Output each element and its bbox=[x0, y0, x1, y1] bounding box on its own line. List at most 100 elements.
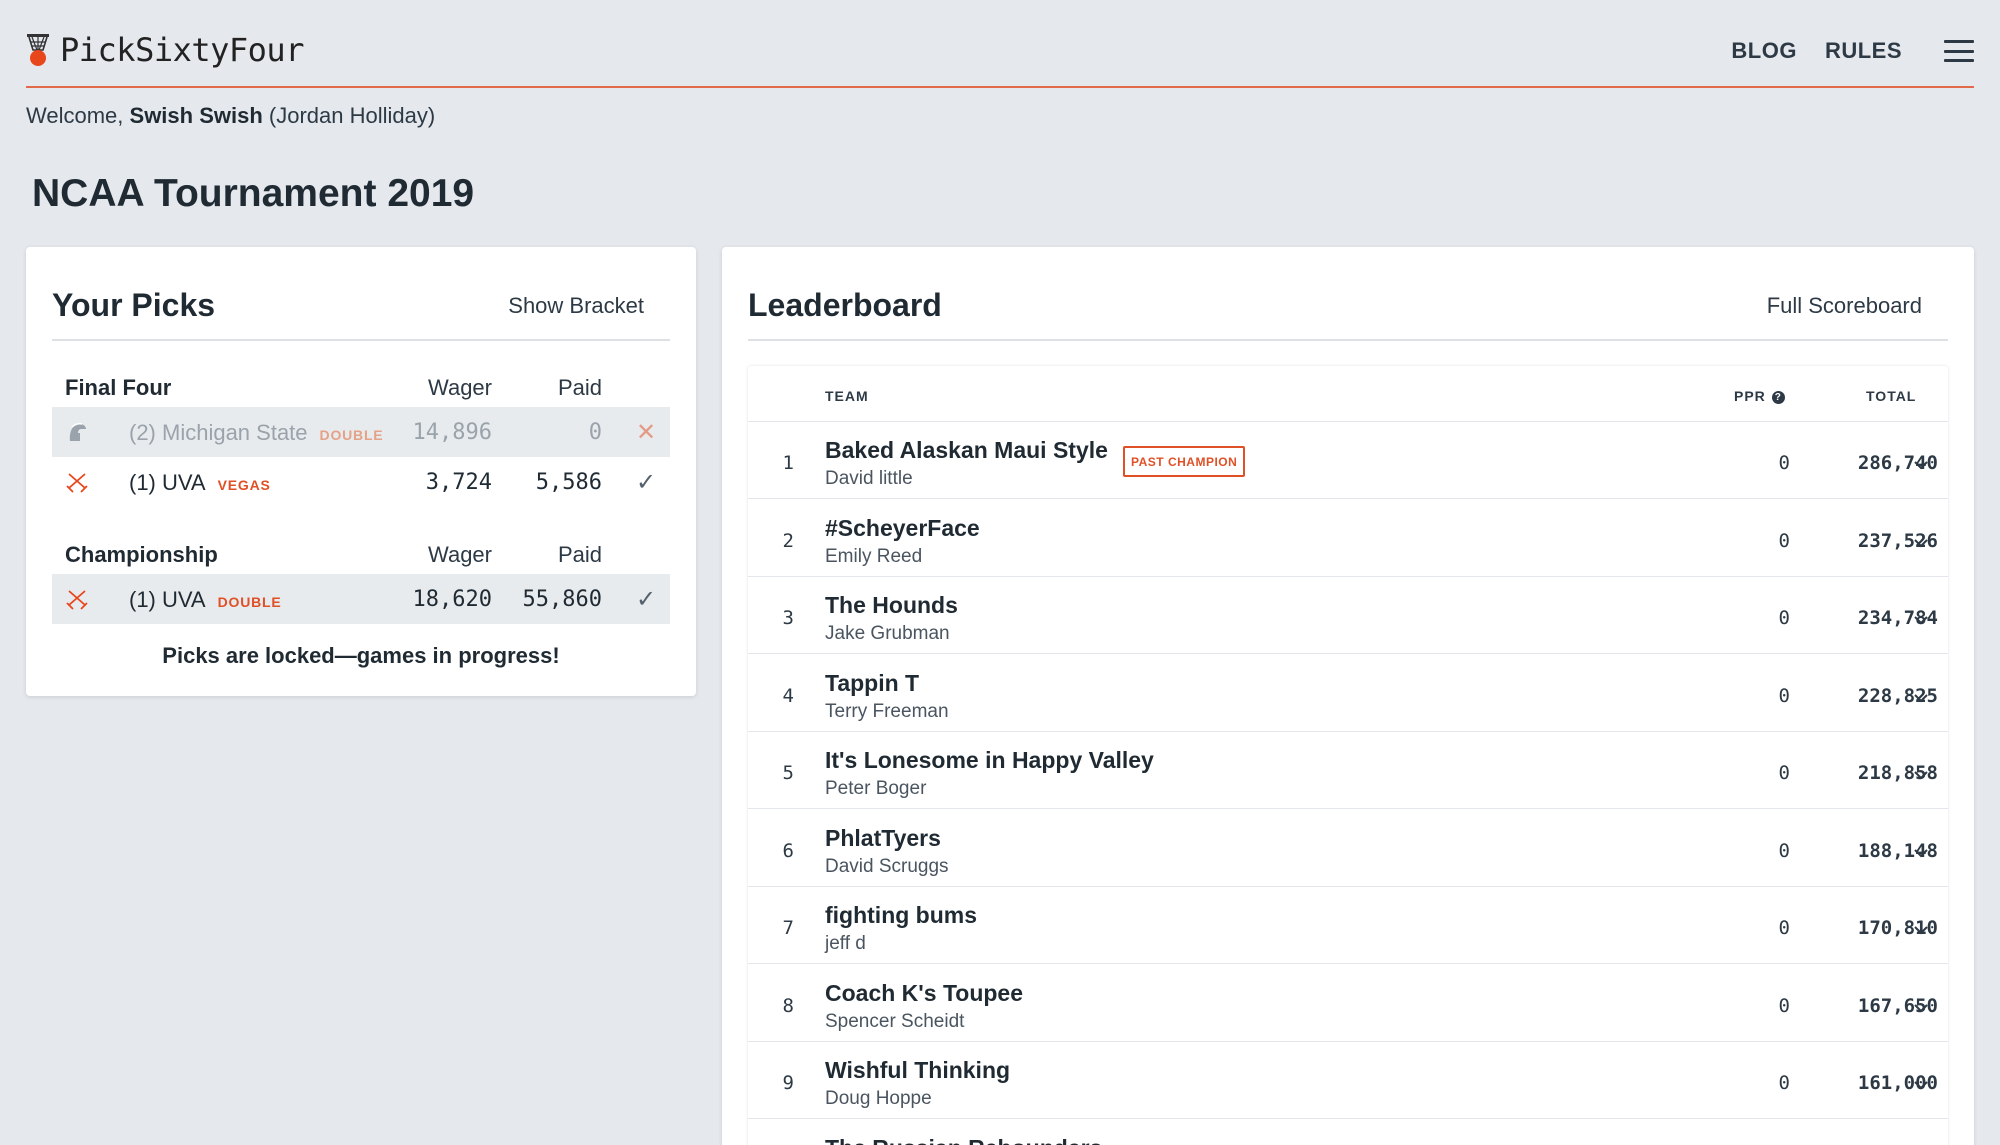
row-rank: 4 bbox=[782, 684, 794, 707]
crossed-swords-icon bbox=[66, 473, 88, 493]
leaderboard-row[interactable]: 4 Tappin T Terry Freeman 0 228,825 bbox=[748, 655, 1948, 732]
row-ppr: 0 bbox=[1778, 762, 1790, 784]
row-rank: 2 bbox=[782, 529, 794, 552]
paid-header: Paid bbox=[557, 375, 602, 400]
show-bracket-link[interactable]: Show Bracket bbox=[508, 293, 644, 319]
team-owner: David Scruggs bbox=[825, 855, 949, 877]
row-ppr: 0 bbox=[1778, 917, 1790, 939]
row-rank: 1 bbox=[782, 452, 794, 474]
leaderboard-row[interactable]: 6 PhlatTyers David Scruggs 0 188,148 bbox=[748, 810, 1948, 887]
team-owner: Jake Grubman bbox=[825, 623, 950, 644]
pick-tag: DOUBLE bbox=[319, 427, 384, 443]
team-name: fighting bums bbox=[825, 902, 978, 928]
team-name: Coach K's Toupee bbox=[825, 979, 1024, 1006]
pick-wager: 14,896 bbox=[412, 420, 492, 445]
pick-row[interactable]: (1) UVA VEGAS 3,724 5,586 ✓ bbox=[52, 457, 670, 507]
row-ppr: 0 bbox=[1778, 994, 1790, 1017]
top-navbar: PickSixtyFour BLOG RULES bbox=[26, 0, 1974, 88]
chevron-down-icon[interactable] bbox=[1914, 613, 1928, 627]
picks-card-header: Your Picks Show Bracket bbox=[52, 247, 670, 341]
team-owner: Spencer Scheidt bbox=[825, 1010, 965, 1032]
leaderboard-row[interactable]: 2 #ScheyerFace Emily Reed 0 237,526 bbox=[748, 500, 1948, 577]
paid-header: Paid bbox=[557, 542, 602, 567]
ppr-column-header[interactable]: PPR? bbox=[1734, 388, 1785, 404]
leaderboard-row[interactable]: 9 Wishful Thinking Doug Hoppe 0 161,000 bbox=[748, 1042, 1948, 1119]
chevron-down-icon[interactable] bbox=[1914, 923, 1928, 937]
hamburger-menu-icon[interactable] bbox=[1944, 40, 1974, 62]
chevron-down-icon[interactable] bbox=[1914, 846, 1928, 860]
full-scoreboard-link[interactable]: Full Scoreboard bbox=[1767, 293, 1922, 319]
leaderboard-card: Leaderboard Full Scoreboard TEAM PPR? TO… bbox=[722, 247, 1974, 1145]
picks-title: Your Picks bbox=[52, 287, 216, 323]
pick-team: (2) Michigan State DOUBLE bbox=[129, 420, 384, 445]
pick-paid: 0 bbox=[588, 420, 602, 445]
row-rank: 6 bbox=[782, 839, 794, 862]
team-name: Tappin T bbox=[825, 669, 920, 696]
row-rank: 8 bbox=[782, 994, 794, 1017]
chevron-down-icon[interactable] bbox=[1914, 1001, 1928, 1015]
leaderboard-title: Leaderboard bbox=[748, 287, 942, 323]
pick-row[interactable]: (2) Michigan State DOUBLE 14,896 0 ✕ bbox=[52, 407, 670, 457]
leaderboard-row[interactable]: The Russian Rebounders bbox=[748, 1120, 1948, 1145]
chevron-down-icon[interactable] bbox=[1914, 536, 1928, 550]
row-rank: 3 bbox=[782, 607, 794, 629]
row-rank: 5 bbox=[782, 762, 794, 784]
help-icon[interactable]: ? bbox=[1771, 391, 1785, 404]
team-owner: Doug Hoppe bbox=[825, 1088, 932, 1109]
championship-label: Championship bbox=[65, 542, 218, 567]
page-title: NCAA Tournament 2019 bbox=[32, 172, 475, 215]
nav-blog-link[interactable]: BLOG bbox=[1731, 38, 1797, 64]
pick-paid: 55,860 bbox=[522, 587, 602, 612]
team-column-header: TEAM bbox=[825, 388, 869, 404]
leaderboard-header-row: TEAM PPR? TOTAL bbox=[748, 366, 1948, 422]
your-picks-card: Your Picks Show Bracket Final Four Wager… bbox=[26, 247, 696, 696]
chevron-down-icon[interactable] bbox=[1914, 768, 1928, 782]
welcome-realname: (Jordan Holliday) bbox=[268, 103, 436, 128]
spartan-helmet-icon bbox=[69, 423, 86, 441]
top-nav: BLOG RULES bbox=[1703, 38, 1974, 64]
row-ppr: 0 bbox=[1778, 1072, 1790, 1094]
welcome-username: Swish Swish bbox=[129, 103, 263, 128]
nav-rules-link[interactable]: RULES bbox=[1825, 38, 1902, 64]
team-owner: Peter Boger bbox=[825, 778, 927, 799]
leaderboard-row[interactable]: 3 The Hounds Jake Grubman 0 234,784 bbox=[748, 577, 1948, 654]
welcome-prefix: Welcome, bbox=[26, 103, 130, 128]
leaderboard-row[interactable]: 5 It's Lonesome in Happy Valley Peter Boge… bbox=[748, 732, 1948, 809]
total-column-header: TOTAL bbox=[1866, 388, 1917, 404]
team-name: The Russian Rebounders bbox=[825, 1135, 1102, 1145]
leaderboard-card-header: Leaderboard Full Scoreboard bbox=[748, 247, 1948, 341]
final-four-label: Final Four bbox=[65, 375, 172, 400]
team-owner: Terry Freeman bbox=[825, 700, 949, 722]
row-ppr: 0 bbox=[1778, 529, 1790, 552]
team-name: The Hounds bbox=[825, 592, 958, 618]
app-logo[interactable]: PickSixtyFour bbox=[26, 31, 304, 69]
team-name: It's Lonesome in Happy Valley bbox=[825, 747, 1154, 773]
team-owner: jeff d bbox=[825, 933, 866, 954]
team-name: PhlatTyers bbox=[825, 824, 941, 851]
team-owner: David little bbox=[825, 468, 913, 489]
team-name: Wishful Thinking bbox=[825, 1057, 1011, 1083]
chevron-down-icon[interactable] bbox=[1914, 691, 1928, 705]
row-rank: 7 bbox=[782, 917, 794, 939]
wager-header: Wager bbox=[428, 375, 492, 400]
row-ppr: 0 bbox=[1778, 452, 1790, 474]
pick-team: (1) UVA VEGAS bbox=[129, 470, 271, 495]
welcome-message: Welcome, Swish Swish (Jordan Holliday) bbox=[26, 103, 435, 129]
pick-team: (1) UVA DOUBLE bbox=[129, 587, 282, 612]
pick-row[interactable]: (1) UVA DOUBLE 18,620 55,860 ✓ bbox=[52, 574, 670, 624]
ppr-label: PPR bbox=[1734, 388, 1766, 404]
leaderboard-row[interactable]: 8 Coach K's Toupee Spencer Scheidt 0 167,650 bbox=[748, 965, 1948, 1042]
leaderboard-row[interactable]: 7 fighting bums jeff d 0 170,810 bbox=[748, 887, 1948, 964]
x-icon: ✕ bbox=[636, 419, 657, 446]
chevron-down-icon[interactable] bbox=[1914, 458, 1928, 472]
row-ppr: 0 bbox=[1778, 684, 1790, 707]
team-owner: Emily Reed bbox=[825, 545, 923, 567]
leaderboard-table: TEAM PPR? TOTAL 1 Baked Alaskan Maui Styl… bbox=[748, 366, 1948, 1145]
basketball-hoop-icon bbox=[27, 34, 49, 66]
team-name: Baked Alaskan Maui Style bbox=[825, 437, 1108, 463]
pick-wager: 3,724 bbox=[425, 470, 492, 495]
leaderboard-row[interactable]: 1 Baked Alaskan Maui Style David little 0 28… bbox=[748, 422, 1948, 499]
check-icon: ✓ bbox=[636, 469, 657, 496]
pick-wager: 18,620 bbox=[412, 587, 492, 612]
chevron-down-icon[interactable] bbox=[1914, 1078, 1928, 1092]
